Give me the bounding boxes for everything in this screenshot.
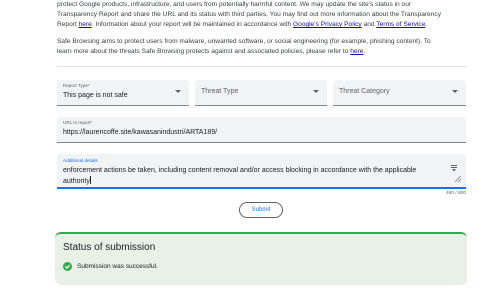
url-value: https://laurencoffe.site/kawasanindustri… — [63, 129, 218, 136]
safe-browsing-paragraph: Safe Browsing aims to protect users from… — [57, 37, 467, 57]
safe-browsing-text: . — [363, 48, 366, 55]
here-link[interactable]: here — [79, 21, 92, 28]
safe-browsing-line-1: Safe Browsing aims to protect users from… — [57, 38, 431, 45]
additional-details-textarea[interactable]: Additional details enforcement actions b… — [57, 154, 466, 189]
chevron-down-icon — [313, 90, 319, 93]
safe-browsing-text: learn more about the threats Safe Browsi… — [57, 48, 351, 55]
status-title: Status of submission — [63, 242, 156, 253]
intro-text: and — [361, 21, 377, 28]
intro-line-3: Report here. Information about your repo… — [57, 20, 467, 30]
intro-text: Report — [57, 21, 79, 28]
terms-of-service-link[interactable]: Terms of Service — [376, 21, 425, 28]
intro-line-2: Transparency Report and share the URL an… — [57, 11, 441, 18]
additional-details-text: enforcement actions be taken, including … — [63, 166, 433, 187]
character-counter: 480 / 800 — [445, 191, 466, 196]
text-cursor — [89, 176, 91, 184]
safe-browsing-line-2: learn more about the threats Safe Browsi… — [57, 47, 467, 57]
privacy-policy-link[interactable]: Google's Privacy Policy — [293, 21, 362, 28]
threat-category-placeholder: Threat Category — [339, 88, 390, 95]
submit-button[interactable]: Submit — [239, 202, 283, 218]
check-circle-icon — [63, 262, 72, 271]
intro-line-1: protect Google products, infrastructure,… — [57, 1, 412, 8]
submission-status-card: Status of submission Submission was succ… — [55, 232, 467, 285]
intro-text: . — [425, 21, 428, 28]
report-type-value: This page is not safe — [63, 92, 128, 99]
additional-details-value: enforcement actions be taken, including … — [63, 167, 417, 185]
intro-paragraph: protect Google products, infrastructure,… — [57, 0, 467, 30]
report-type-select[interactable]: Report Type* This page is not safe — [57, 80, 189, 106]
chevron-down-icon — [452, 90, 458, 93]
threat-category-select[interactable]: Threat Category — [333, 80, 466, 106]
chevron-down-icon — [175, 90, 181, 93]
divider — [57, 66, 467, 67]
url-label: URL to report* — [63, 120, 93, 125]
report-type-label: Report Type* — [63, 83, 90, 88]
resize-handle-icon[interactable] — [455, 176, 461, 182]
threat-type-placeholder: Threat Type — [201, 88, 239, 95]
safe-browsing-here-link[interactable]: here — [350, 48, 363, 55]
additional-details-label: Additional details — [63, 158, 98, 163]
intro-text: . Information about your report will be … — [91, 21, 294, 28]
grammar-icon[interactable] — [450, 164, 458, 172]
status-message: Submission was successful. — [77, 263, 158, 270]
threat-type-select[interactable]: Threat Type — [195, 80, 327, 106]
url-input[interactable]: URL to report* https://laurencoffe.site/… — [57, 117, 466, 143]
